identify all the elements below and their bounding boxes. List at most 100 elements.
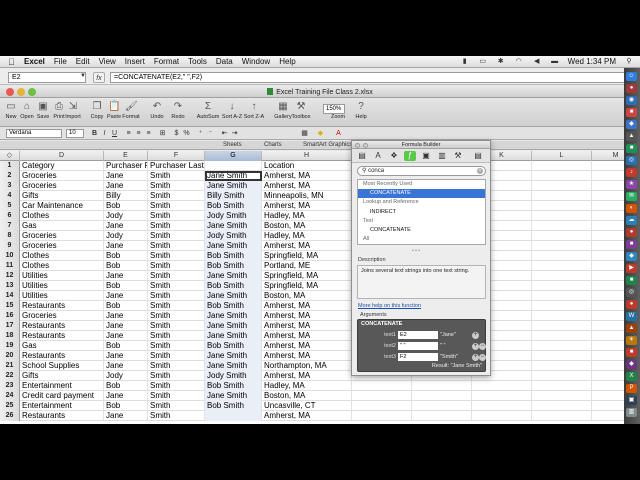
formula-input[interactable]: =CONCATENATE(E2," ",F2) — [110, 72, 630, 83]
dock-app-icon[interactable]: ◆ — [626, 252, 637, 261]
cell-e[interactable]: Bob — [104, 301, 148, 311]
dock-app-icon[interactable]: ● — [626, 300, 637, 309]
borders-icon[interactable]: ▦ — [300, 129, 309, 138]
row-header[interactable]: 1 — [0, 161, 20, 171]
cell-h[interactable]: Amherst, MA — [262, 181, 352, 191]
row-header[interactable]: 11 — [0, 261, 20, 271]
cell-g[interactable]: Billy Smith — [205, 191, 262, 201]
cell-empty[interactable] — [532, 351, 592, 361]
styles-palette-icon[interactable]: ❖ — [388, 151, 400, 161]
row-header[interactable]: 3 — [0, 181, 20, 191]
cell-h[interactable]: Amherst, MA — [262, 341, 352, 351]
cell-e[interactable]: Bob — [104, 341, 148, 351]
cell-empty[interactable] — [532, 181, 592, 191]
cell-d[interactable]: Groceries — [20, 171, 104, 181]
column-header-d[interactable]: D — [20, 151, 104, 161]
cell-empty[interactable] — [532, 301, 592, 311]
reference-tools-icon[interactable]: ▥ — [436, 151, 448, 161]
cell-empty[interactable] — [532, 231, 592, 241]
dock-finder-icon[interactable]: ☺ — [626, 72, 637, 81]
function-category[interactable]: Most Recently Used — [358, 180, 485, 189]
cell-empty[interactable] — [532, 161, 592, 171]
argument-value-input[interactable]: " " — [398, 342, 438, 350]
menu-view[interactable]: View — [99, 57, 116, 66]
menu-format[interactable]: Format — [154, 57, 179, 66]
cell-empty[interactable] — [472, 411, 532, 421]
cell-f[interactable]: Smith — [148, 211, 205, 221]
cell-g[interactable]: Jane Smith — [205, 241, 262, 251]
spotlight-icon[interactable]: ⚲ — [624, 58, 634, 66]
row-header[interactable]: 15 — [0, 301, 20, 311]
menu-excel[interactable]: Excel — [24, 57, 45, 66]
column-header-g[interactable]: G — [205, 151, 262, 161]
cell-empty[interactable] — [352, 401, 412, 411]
cell-empty[interactable] — [532, 341, 592, 351]
dock-powerpoint-icon[interactable]: P — [626, 384, 637, 393]
cell-g[interactable]: Jane Smith — [205, 291, 262, 301]
cell-g[interactable]: Bob Smith — [205, 341, 262, 351]
row-header[interactable]: 6 — [0, 211, 20, 221]
function-category[interactable]: All — [358, 235, 485, 244]
clear-search-icon[interactable]: × — [477, 168, 483, 174]
cell-f[interactable]: Smith — [148, 241, 205, 251]
cell-g[interactable]: Jane Smith — [205, 321, 262, 331]
cell-h[interactable]: Hadley, MA — [262, 381, 352, 391]
dock-app-icon[interactable]: ◉ — [626, 96, 637, 105]
cell-h[interactable]: Amherst, MA — [262, 321, 352, 331]
cell-empty[interactable] — [532, 311, 592, 321]
menu-insert[interactable]: Insert — [125, 57, 145, 66]
cell-empty[interactable] — [532, 211, 592, 221]
currency-icon[interactable]: $ — [172, 129, 181, 138]
menu-file[interactable]: File — [54, 57, 67, 66]
dock-word-icon[interactable]: W — [626, 312, 637, 321]
cell-g[interactable]: Jane Smith — [205, 391, 262, 401]
italic-icon[interactable]: I — [100, 129, 109, 138]
font-name-select[interactable]: Verdana — [6, 129, 62, 138]
indent-increase-icon[interactable]: ⇥ — [230, 129, 239, 138]
dock-app-icon[interactable]: ● — [626, 228, 637, 237]
cell-g[interactable]: Jane Smith — [205, 271, 262, 281]
name-box[interactable]: E2 — [8, 72, 86, 83]
cell-e[interactable]: Jane — [104, 241, 148, 251]
cell-e[interactable]: Bob — [104, 381, 148, 391]
cell-h[interactable]: Springfield, MA — [262, 271, 352, 281]
cell-empty[interactable] — [532, 391, 592, 401]
cell-g[interactable] — [205, 161, 262, 171]
cell-h[interactable]: Amherst, MA — [262, 241, 352, 251]
cell-f[interactable]: Smith — [148, 351, 205, 361]
cell-d[interactable]: Groceries — [20, 241, 104, 251]
font-color-icon[interactable]: A — [334, 129, 343, 138]
dock-app-icon[interactable]: ▶ — [626, 264, 637, 273]
palette-minimize-button[interactable] — [363, 142, 368, 148]
cell-d[interactable]: Entertainment — [20, 401, 104, 411]
function-category[interactable]: Lookup and Reference — [358, 198, 485, 207]
row-header[interactable]: 8 — [0, 231, 20, 241]
cell-g[interactable]: Jane Smith — [205, 361, 262, 371]
cell-g[interactable]: Bob Smith — [205, 251, 262, 261]
cell-f[interactable]: Smith — [148, 181, 205, 191]
cell-g[interactable]: Bob Smith — [205, 201, 262, 211]
align-right-icon[interactable]: ≡ — [144, 129, 153, 138]
dock-app-icon[interactable]: ▲ — [626, 132, 637, 141]
cell-f[interactable]: Smith — [148, 411, 205, 421]
row-header[interactable]: 13 — [0, 281, 20, 291]
cell-d[interactable]: Gas — [20, 221, 104, 231]
cell-empty[interactable] — [352, 411, 412, 421]
cell-e[interactable]: Bob — [104, 401, 148, 411]
cell-h[interactable]: Location — [262, 161, 352, 171]
cell-empty[interactable] — [352, 391, 412, 401]
cell-h[interactable]: Amherst, MA — [262, 311, 352, 321]
cell-h[interactable]: Hadley, MA — [262, 211, 352, 221]
tab-charts[interactable]: Charts — [264, 142, 282, 148]
cell-f[interactable]: Smith — [148, 301, 205, 311]
cell-h[interactable]: Minneapolis, MN — [262, 191, 352, 201]
cell-d[interactable]: Credit card payment — [20, 391, 104, 401]
cell-f[interactable]: Smith — [148, 341, 205, 351]
format-button[interactable]: 🖌 Format — [122, 101, 139, 120]
align-center-icon[interactable]: ≡ — [134, 129, 143, 138]
row-header[interactable]: 4 — [0, 191, 20, 201]
cell-e[interactable]: Jody — [104, 371, 148, 381]
cell-g[interactable]: Jane Smith — [205, 171, 262, 181]
cell-empty[interactable] — [532, 361, 592, 371]
cell-f[interactable]: Smith — [148, 271, 205, 281]
